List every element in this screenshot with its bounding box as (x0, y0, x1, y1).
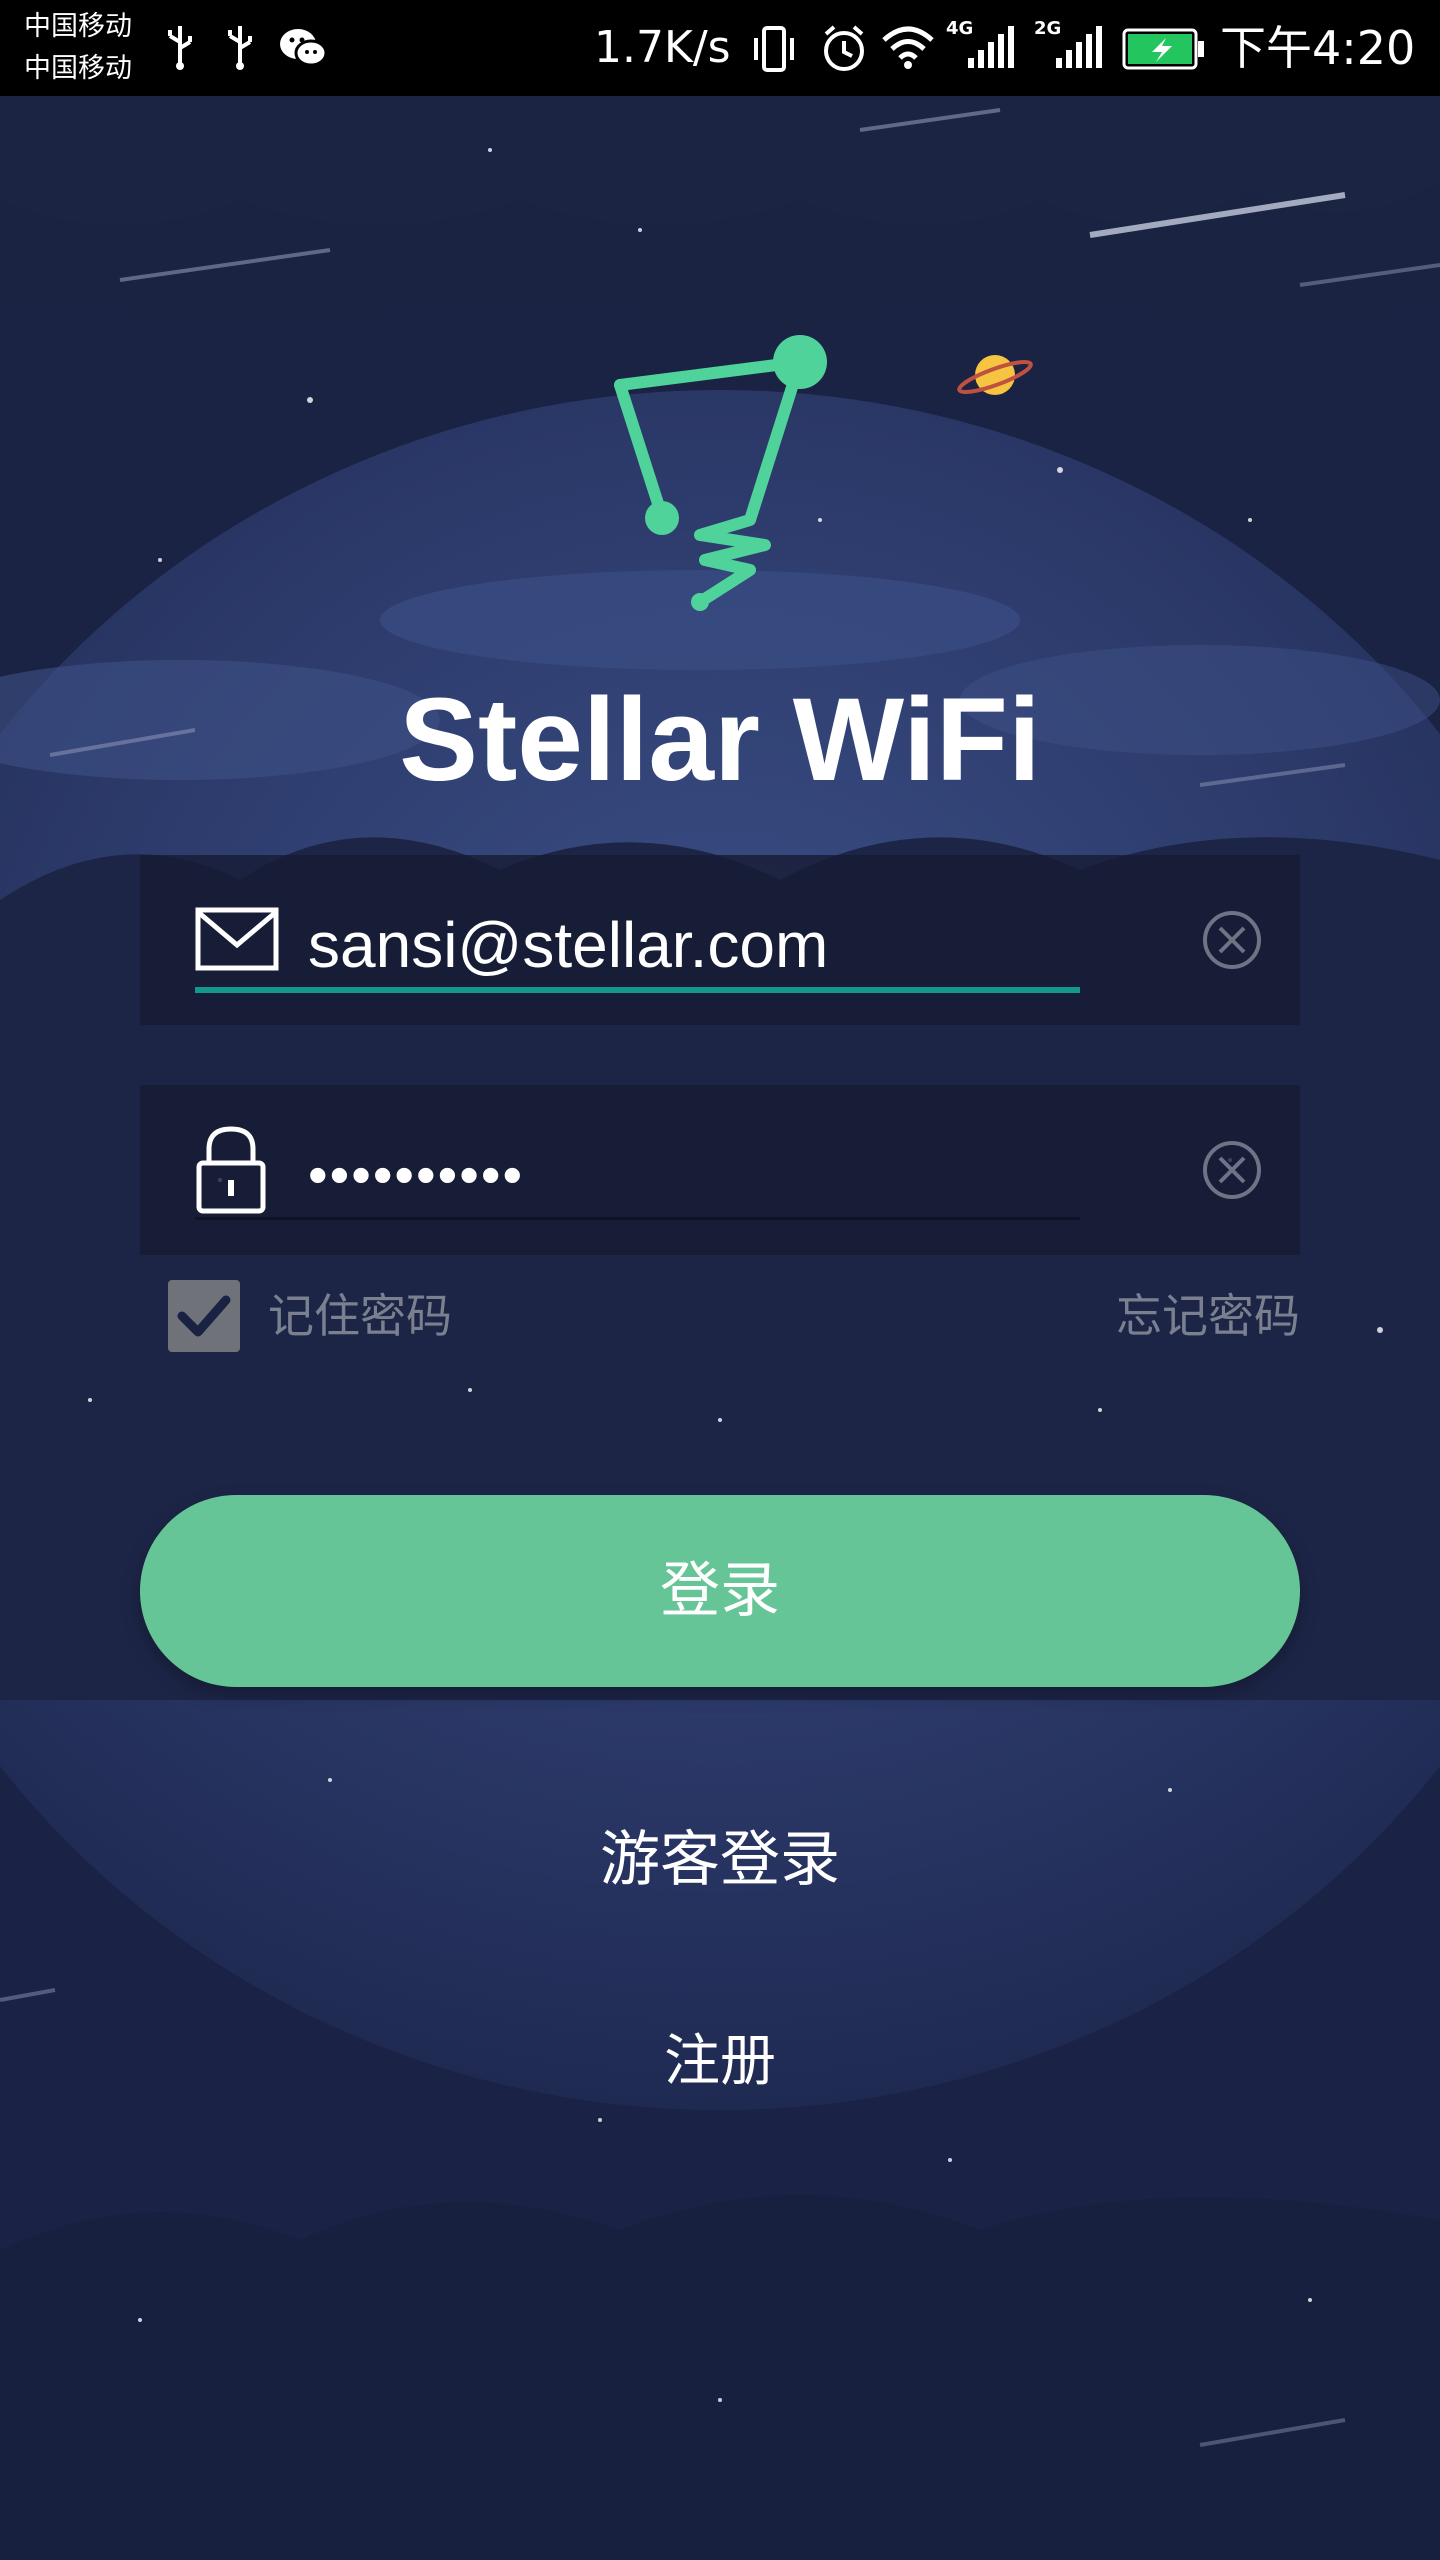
password-input[interactable]: •••••••••• (308, 1135, 1088, 1215)
remember-password-checkbox[interactable] (168, 1280, 240, 1352)
login-screen: 中国移动 中国移动 1.7K/s 4G 2G 下午4:20 Stellar Wi… (0, 0, 1440, 2560)
carrier-label: 中国移动 (24, 11, 132, 42)
email-input[interactable]: sansi@stellar.com (308, 905, 1088, 985)
mail-icon (195, 907, 279, 971)
forgot-password-link[interactable]: 忘记密码 (1116, 1286, 1300, 1346)
lock-icon (196, 1126, 266, 1214)
signal-icon (1056, 26, 1102, 68)
password-input-underline (195, 1217, 1080, 1220)
clear-email-button[interactable] (1200, 908, 1264, 972)
app-logo (614, 335, 827, 611)
vibrate-icon (754, 26, 794, 72)
alarm-icon (824, 25, 864, 71)
wifi-icon (882, 26, 934, 69)
planet-icon (957, 355, 1033, 395)
remember-password-label[interactable]: 记住密码 (268, 1286, 452, 1346)
status-bar: 中国移动 中国移动 1.7K/s 4G 2G 下午4:20 (0, 0, 1440, 96)
app-title: Stellar WiFi (399, 674, 1041, 806)
login-button[interactable]: 登录 (140, 1495, 1300, 1687)
email-field[interactable]: sansi@stellar.com (140, 855, 1300, 1025)
register-link[interactable]: 注册 (0, 2022, 1440, 2102)
checkmark-icon (177, 1295, 231, 1337)
password-field[interactable]: •••••••••• (140, 1085, 1300, 1255)
wechat-icon (280, 29, 328, 67)
email-input-underline (195, 987, 1080, 993)
clear-password-button[interactable] (1200, 1138, 1264, 1202)
guest-login-link[interactable]: 游客登录 (0, 1820, 1440, 1900)
usb-icon (228, 26, 252, 70)
usb-icon (168, 26, 192, 70)
battery-charging-icon (1122, 28, 1204, 70)
status-clock: 下午4:20 (1220, 21, 1416, 75)
network-speed: 1.7K/s (594, 22, 731, 73)
carrier-label: 中国移动 (24, 53, 132, 84)
signal-icon (968, 26, 1014, 68)
